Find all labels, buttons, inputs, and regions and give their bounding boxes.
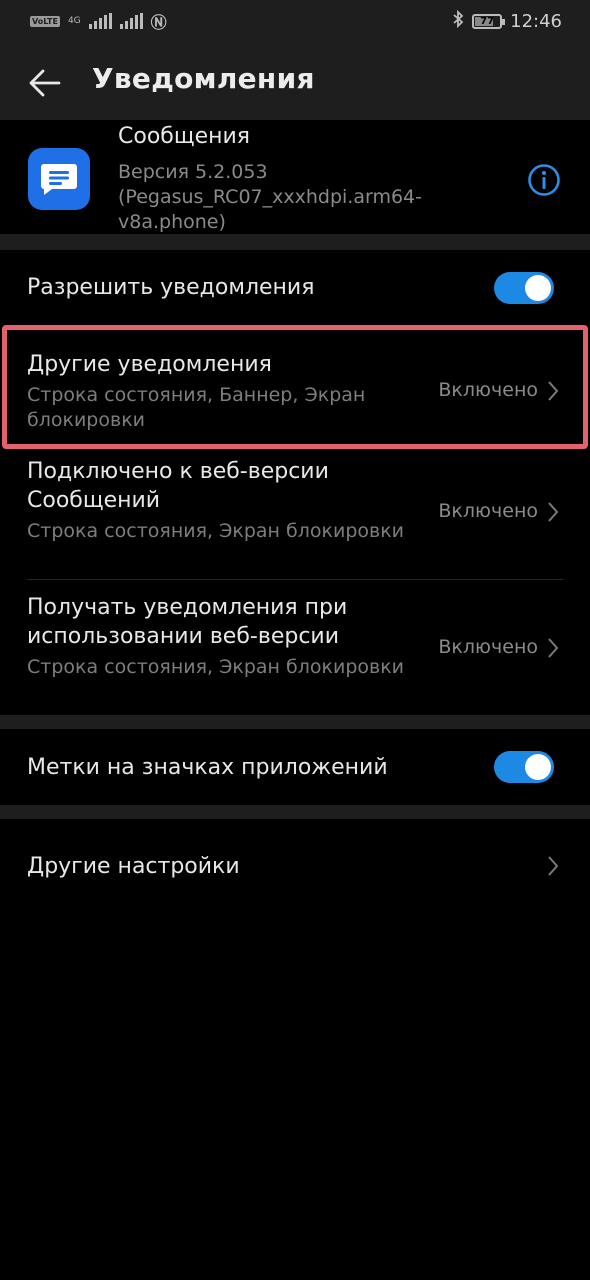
status-bar: VoLTE 4G Ⓝ 77 12:46	[0, 0, 590, 44]
app-name: Сообщения	[118, 124, 251, 149]
page-title: Уведомления	[92, 62, 315, 95]
web-connected-subtitle: Строка состояния, Экран блокировки	[27, 520, 405, 542]
signal-icon	[88, 13, 112, 29]
back-button[interactable]	[22, 60, 68, 106]
status-left: VoLTE 4G Ⓝ	[30, 10, 167, 32]
chevron-right-icon	[548, 856, 559, 876]
chevron-right-icon	[548, 502, 559, 522]
other-notifications-title: Другие уведомления	[27, 352, 272, 377]
clock: 12:46	[510, 10, 562, 32]
badges-row[interactable]: Метки на значках приложений	[0, 729, 590, 805]
other-settings-title: Другие настройки	[27, 854, 240, 879]
battery-icon: 77	[472, 13, 506, 29]
battery-level: 77	[480, 15, 495, 27]
web-connected-row[interactable]: Подключено к веб-версии Сообщений Строка…	[0, 452, 590, 579]
badges-label: Метки на значках приложений	[27, 755, 388, 780]
allow-notifications-toggle[interactable]	[494, 272, 554, 304]
web-usage-title: Получать уведомления при использовании в…	[27, 595, 348, 649]
web-connected-title: Подключено к веб-версии Сообщений	[27, 459, 329, 513]
app-bar: Уведомления	[0, 44, 590, 120]
web-usage-subtitle: Строка состояния, Экран блокировки	[27, 656, 405, 678]
other-notifications-subtitle: Строка состояния, Баннер, Экран блокиров…	[27, 384, 366, 431]
other-notifications-value: Включено	[438, 379, 538, 401]
section-separator	[0, 805, 590, 819]
volte-icon: VoLTE	[30, 15, 60, 27]
info-icon	[528, 164, 560, 196]
chevron-right-icon	[548, 381, 559, 401]
info-button[interactable]	[520, 156, 568, 204]
other-notifications-row[interactable]: Другие уведомления Строка состояния, Бан…	[0, 336, 590, 444]
section-separator	[0, 715, 590, 729]
app-info-card: Сообщения Версия 5.2.053 (Pegasus_RC07_x…	[0, 120, 590, 234]
messages-icon	[28, 148, 90, 210]
network-type-label: 4G	[67, 15, 81, 26]
other-settings-row[interactable]: Другие настройки	[0, 819, 590, 913]
allow-notifications-label: Разрешить уведомления	[27, 275, 315, 300]
web-usage-value: Включено	[438, 636, 538, 658]
chevron-right-icon	[548, 638, 559, 658]
toggle-knob	[525, 275, 551, 301]
arrow-left-icon	[29, 69, 61, 97]
signal-icon	[119, 13, 143, 29]
web-connected-value: Включено	[438, 500, 538, 522]
toggle-knob	[525, 754, 551, 780]
allow-notifications-row[interactable]: Разрешить уведомления	[0, 250, 590, 326]
app-version: Версия 5.2.053 (Pegasus_RC07_xxxhdpi.arm…	[118, 161, 422, 233]
bluetooth-icon	[452, 9, 464, 33]
status-right: 77 12:46	[452, 9, 562, 33]
nfc-icon: Ⓝ	[150, 13, 167, 32]
badges-toggle[interactable]	[494, 751, 554, 783]
section-separator	[0, 234, 590, 250]
web-usage-row[interactable]: Получать уведомления при использовании в…	[0, 580, 590, 715]
